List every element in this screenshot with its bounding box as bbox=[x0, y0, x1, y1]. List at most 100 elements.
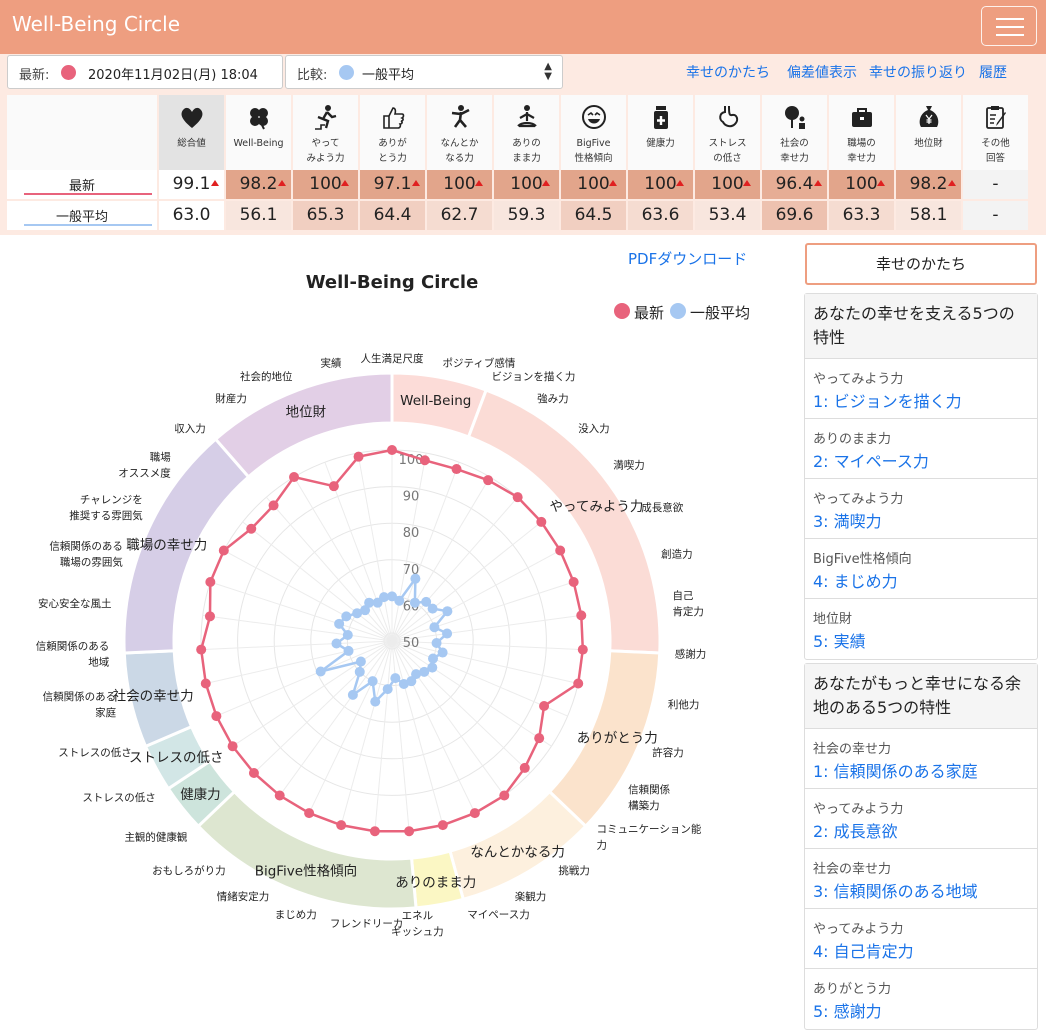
nav-link-deviation[interactable]: 偏差値表示 bbox=[787, 62, 857, 82]
score-latest-cell: 96.4 bbox=[762, 170, 827, 199]
score-header-label: 地位財 bbox=[914, 138, 943, 149]
card-item-link[interactable]: 4: まじめ力 bbox=[813, 568, 898, 592]
up-arrow-icon bbox=[542, 180, 550, 186]
score-header-2[interactable]: やって みよう力 bbox=[293, 95, 358, 170]
score-header-label: なんとか なる力 bbox=[440, 138, 479, 164]
nav-link-review[interactable]: 幸せの振り返り bbox=[869, 62, 967, 82]
card-item-link[interactable]: 4: 自己肯定力 bbox=[813, 938, 914, 962]
strengths-card: あなたの幸せを支える5つの 特性 やってみよう力 1: ビジョンを描く力 ありのまま力 2… bbox=[804, 293, 1038, 660]
score-average-value: 64.4 bbox=[373, 205, 412, 225]
row-label-average-text: 一般平均 bbox=[55, 210, 108, 225]
card-item: ありのまま力 2: マイペース力 bbox=[805, 419, 1037, 479]
meditation-icon bbox=[494, 104, 559, 132]
score-latest-value: 100 bbox=[510, 174, 543, 194]
card-item-link[interactable]: 5: 感謝力 bbox=[813, 998, 882, 1022]
select-arrows-icon: ▲ ▼ bbox=[544, 61, 552, 82]
score-latest-cell: 98.2 bbox=[226, 170, 291, 199]
card-item-category: やってみよう力 bbox=[813, 922, 904, 937]
card-item-link[interactable]: 1: ビジョンを描く力 bbox=[813, 388, 962, 412]
row-label-latest: 最新 bbox=[7, 170, 157, 199]
latest-label: 最新: bbox=[19, 68, 50, 83]
tree-people-icon bbox=[762, 104, 827, 132]
card-item-category: やってみよう力 bbox=[813, 802, 904, 817]
score-header-0[interactable]: 総合値 bbox=[159, 95, 224, 170]
score-average-value: 65.3 bbox=[306, 205, 345, 225]
nav-link-happiness-shape[interactable]: 幸せのかたち bbox=[686, 62, 770, 82]
score-average-cell: 53.4 bbox=[695, 201, 760, 230]
compare-dot-icon bbox=[339, 65, 354, 80]
score-latest-cell: 97.1 bbox=[360, 170, 425, 199]
score-header-10[interactable]: 職場の 幸せ力 bbox=[829, 95, 894, 170]
card-item-link[interactable]: 5: 実績 bbox=[813, 628, 866, 652]
score-header-4[interactable]: なんとか なる力 bbox=[427, 95, 492, 170]
card-item: ありがとう力 5: 感謝力 bbox=[805, 969, 1037, 1029]
up-arrow-icon bbox=[948, 180, 956, 186]
chart-title: Well-Being Circle bbox=[305, 272, 479, 293]
up-arrow-icon bbox=[475, 180, 483, 186]
top-navbar: Well-Being Circle bbox=[0, 0, 1046, 54]
nav-link-history[interactable]: 履歴 bbox=[979, 62, 1007, 82]
up-arrow-icon bbox=[341, 180, 349, 186]
legend-dot-latest bbox=[614, 303, 630, 319]
score-header-8[interactable]: ストレス の低さ bbox=[695, 95, 760, 170]
card-item-category: BigFive性格傾向 bbox=[813, 552, 912, 567]
thumbs-up-icon bbox=[360, 104, 425, 132]
card-item-link[interactable]: 3: 満喫力 bbox=[813, 508, 882, 532]
clover-icon bbox=[226, 104, 291, 132]
latest-date-select[interactable]: 最新: 2020年11月02日(月) 18:04 bbox=[7, 55, 283, 89]
score-header-label: Well-Being bbox=[233, 138, 284, 149]
hamburger-menu-icon[interactable] bbox=[981, 6, 1037, 46]
card-item-category: ありのまま力 bbox=[813, 432, 892, 447]
score-average-cell: - bbox=[963, 201, 1028, 230]
score-header-9[interactable]: 社会の 幸せ力 bbox=[762, 95, 827, 170]
pdf-download-link[interactable]: PDFダウンロード bbox=[628, 248, 747, 269]
score-latest-value: 100 bbox=[644, 174, 677, 194]
score-header-3[interactable]: ありが とう力 bbox=[360, 95, 425, 170]
card-item-link[interactable]: 3: 信頼関係のある地域 bbox=[813, 878, 978, 902]
score-header-label: BigFive 性格傾向 bbox=[574, 138, 613, 164]
score-header-6[interactable]: BigFive 性格傾向 bbox=[561, 95, 626, 170]
score-average-cell: 63.0 bbox=[159, 201, 224, 230]
score-header-label: ありの まま力 bbox=[512, 138, 541, 164]
compare-value: 一般平均 bbox=[362, 68, 415, 83]
score-latest-value: 100 bbox=[443, 174, 476, 194]
up-arrow-icon bbox=[211, 180, 219, 186]
score-header-11[interactable]: 地位財 bbox=[896, 95, 961, 170]
running-stairs-icon bbox=[293, 104, 358, 132]
compare-select[interactable]: 比較: 一般平均 ▲ ▼ bbox=[285, 55, 563, 89]
card-item-link[interactable]: 2: 成長意欲 bbox=[813, 818, 898, 842]
up-arrow-icon bbox=[278, 180, 286, 186]
score-header-12[interactable]: その他 回答 bbox=[963, 95, 1028, 170]
legend-label-latest: 最新 bbox=[634, 304, 665, 322]
score-average-cell: 58.1 bbox=[896, 201, 961, 230]
smiley-face-icon bbox=[561, 104, 626, 132]
score-header-1[interactable]: Well-Being bbox=[226, 95, 291, 170]
score-average-cell: 56.1 bbox=[226, 201, 291, 230]
average-underline bbox=[24, 224, 152, 226]
card-item-category: ありがとう力 bbox=[813, 982, 892, 997]
app-title[interactable]: Well-Being Circle bbox=[12, 12, 180, 36]
score-header-5[interactable]: ありの まま力 bbox=[494, 95, 559, 170]
money-bag-icon bbox=[896, 104, 961, 132]
latest-underline bbox=[24, 193, 152, 195]
medicine-bottle-icon bbox=[628, 104, 693, 132]
score-header-label: 社会の 幸せ力 bbox=[780, 138, 809, 164]
legend-label-average: 一般平均 bbox=[690, 304, 751, 322]
legend-dot-average bbox=[670, 303, 686, 319]
score-header-label: ストレス の低さ bbox=[708, 138, 747, 164]
up-arrow-icon bbox=[814, 180, 822, 186]
card-item-link[interactable]: 2: マイペース力 bbox=[813, 448, 929, 472]
score-latest-cell: 100 bbox=[695, 170, 760, 199]
card-item: 社会の幸せ力 1: 信頼関係のある家庭 bbox=[805, 729, 1037, 789]
score-average-cell: 65.3 bbox=[293, 201, 358, 230]
card-item: やってみよう力 2: 成長意欲 bbox=[805, 789, 1037, 849]
score-latest-cell: 100 bbox=[427, 170, 492, 199]
score-header-7[interactable]: 健康力 bbox=[628, 95, 693, 170]
growth-card: あなたがもっと幸せになる余 地のある5つの特性 社会の幸せ力 1: 信頼関係のある家庭… bbox=[804, 663, 1038, 1030]
card-item-link[interactable]: 1: 信頼関係のある家庭 bbox=[813, 758, 978, 782]
score-average-cell: 59.3 bbox=[494, 201, 559, 230]
score-latest-cell: 99.1 bbox=[159, 170, 224, 199]
score-average-value: 58.1 bbox=[909, 205, 948, 225]
happiness-shape-button[interactable]: 幸せのかたち bbox=[805, 243, 1037, 285]
score-header-label: ありが とう力 bbox=[378, 138, 407, 164]
